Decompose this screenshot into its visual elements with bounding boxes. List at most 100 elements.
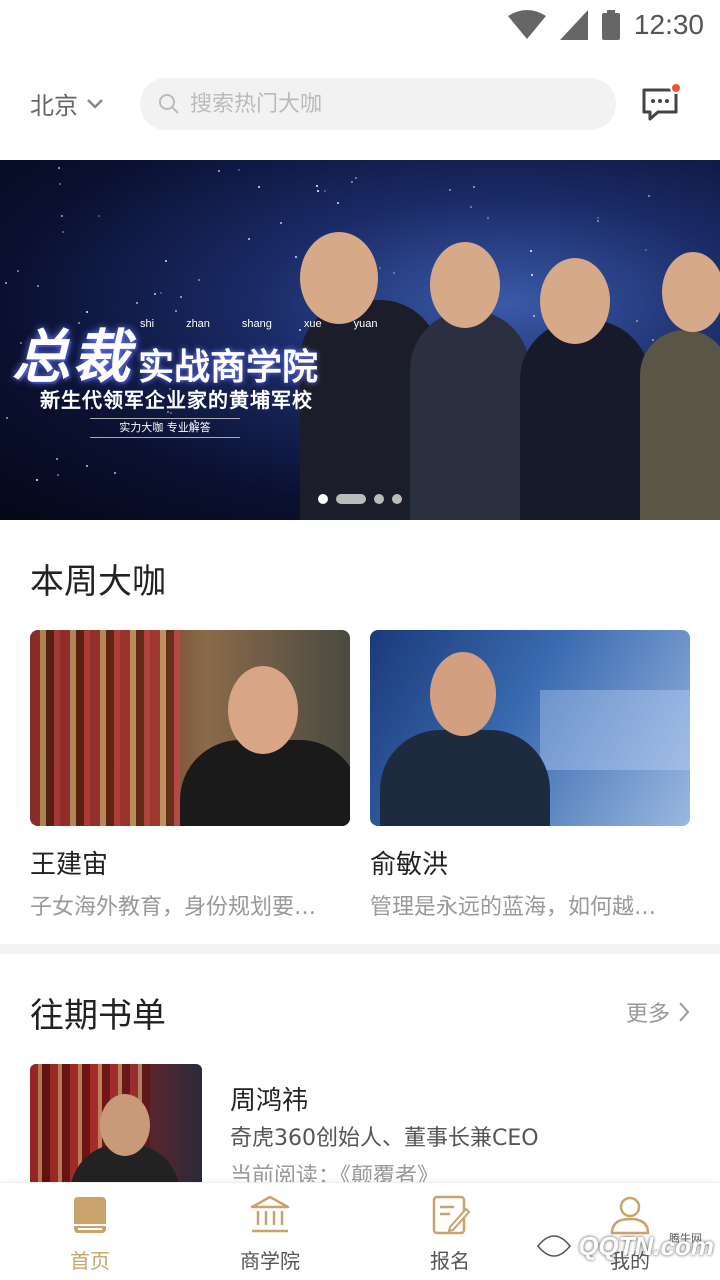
banner-star — [648, 195, 650, 197]
banner-star — [61, 215, 63, 217]
banner-star — [154, 293, 156, 295]
banner-star — [533, 315, 535, 317]
banner-star — [258, 186, 260, 188]
status-bar: 12:30 — [0, 0, 720, 50]
banner-pinyin-5: yuan — [353, 318, 378, 330]
notification-dot — [670, 82, 682, 94]
weekly-card-image — [370, 630, 690, 826]
city-selector[interactable]: 北京 — [30, 86, 104, 121]
section-divider — [0, 944, 720, 954]
nav-item-business-school[interactable]: 商学院 — [210, 1193, 330, 1274]
carousel-dot-2[interactable] — [336, 494, 366, 504]
banner-person-3 — [520, 320, 650, 520]
bank-icon — [250, 1195, 290, 1233]
banner-star — [160, 292, 162, 294]
banner-title-big: 总裁 — [12, 323, 133, 391]
banner-star — [114, 472, 116, 474]
nav-item-home[interactable]: 首页 — [30, 1193, 150, 1274]
carousel-dots — [0, 494, 720, 504]
banner-person-4-head — [662, 252, 720, 332]
banner-star — [86, 465, 88, 467]
banner-star — [238, 169, 240, 171]
banner-star — [530, 250, 532, 252]
watermark-logo-icon — [537, 1235, 572, 1257]
banner-carousel[interactable]: shi zhan shang xue yuan 总裁 实战商学院 新生代领军企业… — [0, 160, 720, 520]
weekly-card-desc: 管理是永远的蓝海，如何越… — [370, 895, 657, 920]
wifi-icon — [507, 10, 546, 39]
banner-title-small: 实战商学院 — [138, 347, 319, 388]
status-icons: 12:30 — [507, 8, 704, 42]
search-box[interactable] — [140, 78, 616, 130]
banner-star — [531, 274, 533, 276]
watermark-text: QQTN.com — [578, 1230, 714, 1261]
bookshelf-stripes — [30, 630, 180, 826]
past-section-title: 往期书单 — [30, 996, 166, 1036]
banner-star — [597, 220, 599, 222]
more-link[interactable]: 更多 — [626, 996, 690, 1028]
book-author-title: 奇虎360创始人、董事长兼CEO — [230, 1126, 539, 1151]
weekly-card-desc: 子女海外教育，身份规划要… — [30, 895, 317, 920]
banner-person-2-head — [430, 242, 500, 328]
header: 北京 — [0, 60, 720, 150]
banner-star — [473, 186, 475, 188]
banner-star — [636, 320, 638, 322]
banner-star — [17, 270, 19, 272]
banner-star — [248, 238, 250, 240]
weekly-card-name: 俞敏洪 — [370, 850, 449, 880]
weekly-card[interactable]: 俞敏洪 管理是永远的蓝海，如何越… — [370, 630, 690, 921]
banner-star — [58, 167, 60, 169]
nav-item-signup[interactable]: 报名 — [390, 1193, 510, 1274]
banner-star — [337, 202, 339, 204]
weekly-card-name: 王建宙 — [30, 850, 109, 880]
banner-tag: 实力大咖 专业解答 — [90, 418, 240, 438]
weekly-card-image — [30, 630, 350, 826]
book-list-item[interactable]: 周鸿祎 奇虎360创始人、董事长兼CEO 当前阅读：《颠覆者》 — [30, 1064, 690, 1189]
stage-light-panel — [540, 690, 690, 770]
weekly-section-title: 本周大咖 — [30, 562, 166, 602]
banner-person-2 — [410, 310, 530, 520]
banner-star — [62, 231, 64, 233]
battery-icon — [601, 10, 620, 40]
banner-star — [355, 177, 357, 179]
banner-star — [218, 170, 220, 172]
banner-star — [487, 217, 489, 219]
carousel-dot-4[interactable] — [392, 494, 402, 504]
banner-star — [136, 302, 138, 304]
banner-star — [5, 282, 7, 284]
banner-star — [57, 474, 59, 476]
banner-star — [652, 339, 654, 341]
banner-star — [6, 417, 8, 419]
search-icon — [159, 94, 179, 114]
banner-star — [379, 267, 381, 269]
banner-star — [59, 183, 61, 185]
form-icon — [432, 1195, 471, 1235]
banner-title: 总裁 实战商学院 — [12, 310, 318, 394]
book-thumbnail — [30, 1064, 202, 1184]
chevron-right-icon — [679, 1002, 690, 1022]
nav-label-business-school: 商学院 — [240, 1249, 300, 1273]
banner-subtitle: 新生代领军企业家的黄埔军校 — [40, 388, 313, 412]
banner-star — [470, 206, 472, 208]
banner-star — [317, 190, 319, 192]
nav-label-signup: 报名 — [430, 1249, 470, 1273]
carousel-dot-3[interactable] — [374, 494, 384, 504]
banner-person-3-head — [540, 258, 610, 344]
nav-label-home: 首页 — [70, 1249, 110, 1273]
weekly-card[interactable]: 王建宙 子女海外教育，身份规划要… — [30, 630, 350, 921]
message-button[interactable] — [640, 82, 686, 130]
search-input[interactable] — [190, 91, 590, 117]
book-author-name: 周鸿祎 — [230, 1086, 309, 1116]
banner-star — [324, 190, 326, 192]
watermark: QQTN.com — [534, 1226, 714, 1266]
banner-star — [597, 217, 599, 219]
banner-star — [280, 222, 282, 224]
banner-star — [36, 479, 38, 481]
banner-star — [645, 249, 647, 251]
carousel-dot-1[interactable] — [318, 494, 328, 504]
banner-star — [295, 256, 297, 258]
more-label: 更多 — [625, 1002, 670, 1027]
banner-person-4 — [640, 330, 720, 520]
person-body — [380, 730, 550, 826]
banner-star — [449, 189, 451, 191]
person-face — [430, 652, 496, 736]
